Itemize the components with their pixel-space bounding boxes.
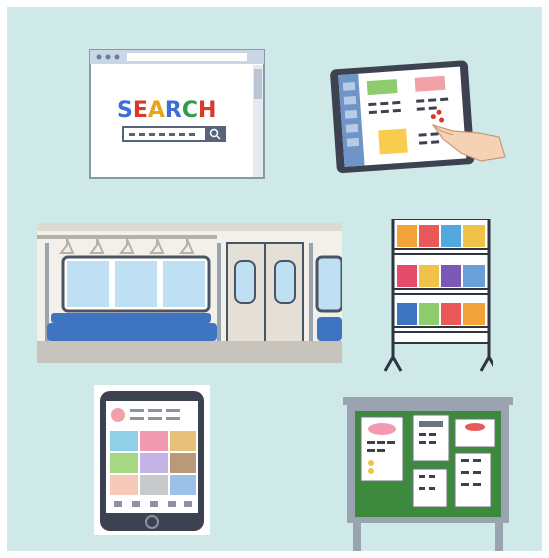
search-letter-h: H bbox=[198, 98, 216, 123]
illustration-panel: SEARCH bbox=[7, 7, 542, 551]
train-interior-icon bbox=[37, 223, 342, 363]
browser-search-icon: SEARCH bbox=[89, 49, 265, 179]
search-letter-r: R bbox=[165, 98, 182, 123]
smartphone-app-icon bbox=[94, 385, 210, 535]
tablet-touch-icon bbox=[329, 53, 507, 178]
search-letter-s: S bbox=[117, 98, 133, 123]
bulletin-board-icon bbox=[343, 395, 513, 551]
search-letter-a: A bbox=[148, 98, 165, 123]
search-letter-e: E bbox=[133, 98, 148, 123]
magazine-rack-icon bbox=[383, 219, 493, 373]
search-word: SEARCH bbox=[117, 98, 216, 123]
search-letter-c: C bbox=[182, 98, 198, 123]
